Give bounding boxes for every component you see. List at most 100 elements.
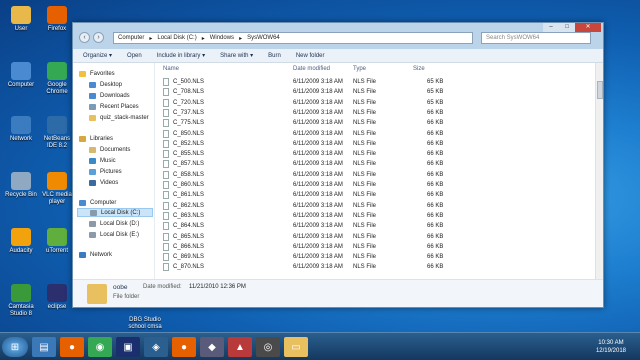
file-name: C_850.NLS bbox=[173, 130, 205, 137]
column-size[interactable]: Size bbox=[413, 66, 425, 72]
taskbar-obs-icon[interactable]: ◎ bbox=[256, 337, 280, 357]
file-row[interactable]: C_500.NLS 6/11/2009 3:18 AM NLS File 65 KB bbox=[157, 77, 597, 87]
desktop-computer-shortcut[interactable]: Computer bbox=[4, 62, 38, 89]
file-row[interactable]: C_860.NLS 6/11/2009 3:18 AM NLS File 66 KB bbox=[157, 180, 597, 190]
breadcrumb-windows[interactable]: Windows bbox=[210, 35, 234, 41]
address-bar[interactable]: Computer ▸ Local Disk (C:) ▸ Windows ▸ SysW… bbox=[113, 32, 473, 44]
file-date: 6/11/2009 3:18 AM bbox=[293, 233, 343, 240]
file-date: 6/11/2009 3:18 AM bbox=[293, 243, 343, 250]
back-button[interactable]: ‹ bbox=[79, 32, 90, 43]
open-button[interactable]: Open bbox=[127, 53, 142, 59]
search-input[interactable]: Search SysWOW64 bbox=[481, 32, 591, 44]
minimize-button[interactable]: – bbox=[543, 23, 559, 32]
file-row[interactable]: C_850.NLS 6/11/2009 3:18 AM NLS File 66 KB bbox=[157, 129, 597, 139]
desktop-vlc-shortcut[interactable]: VLC media player bbox=[40, 172, 74, 205]
file-row[interactable]: C_861.NLS 6/11/2009 3:18 AM NLS File 66 KB bbox=[157, 190, 597, 200]
desktop-chrome-shortcut[interactable]: Google Chrome bbox=[40, 62, 74, 95]
documents-icon bbox=[89, 146, 96, 153]
file-type: NLS File bbox=[353, 243, 377, 250]
share-with-button[interactable]: Share with ▾ bbox=[220, 52, 253, 59]
taskbar-explorer-icon[interactable]: ▤ bbox=[32, 337, 56, 357]
file-row[interactable]: C_775.NLS 6/11/2009 3:18 AM NLS File 66 KB bbox=[157, 118, 597, 128]
desktop-icon bbox=[89, 81, 96, 88]
desktop-camtasia-shortcut[interactable]: Camtasia Studio 8 bbox=[4, 284, 38, 317]
nav-music[interactable]: Music bbox=[89, 156, 116, 165]
nav-recent-places[interactable]: Recent Places bbox=[89, 102, 139, 111]
desktop-utorrent-shortcut[interactable]: uTorrent bbox=[40, 228, 74, 255]
file-name: C_500.NLS bbox=[173, 79, 205, 85]
file-row[interactable]: C_862.NLS 6/11/2009 3:18 AM NLS File 66 KB bbox=[157, 201, 597, 211]
nav-computer[interactable]: Computer bbox=[79, 198, 116, 207]
system-clock[interactable]: 10:30 AM 12/19/2018 bbox=[596, 339, 626, 355]
breadcrumb-computer[interactable]: Computer bbox=[118, 35, 144, 41]
desktop-icon-label: Audacity bbox=[9, 248, 33, 254]
nav-local-disk-d[interactable]: Local Disk (D:) bbox=[89, 219, 139, 228]
column-type[interactable]: Type bbox=[353, 66, 366, 72]
file-date: 6/11/2009 3:18 AM bbox=[293, 254, 343, 261]
column-date-modified[interactable]: Date modified bbox=[293, 66, 330, 72]
desktop-network-shortcut[interactable]: Network bbox=[4, 116, 38, 143]
desktop-recycle-bin-shortcut[interactable]: Recycle Bin bbox=[4, 172, 38, 199]
taskbar-app-icon[interactable]: ◈ bbox=[144, 337, 168, 357]
nav-desktop[interactable]: Desktop bbox=[89, 80, 122, 89]
file-row[interactable]: C_708.NLS 6/11/2009 3:18 AM NLS File 65 KB bbox=[157, 87, 597, 97]
file-type: NLS File bbox=[353, 140, 377, 147]
new-folder-button[interactable]: New folder bbox=[296, 53, 325, 59]
file-icon bbox=[163, 191, 169, 200]
nav-network[interactable]: Network bbox=[79, 250, 112, 259]
organize-button[interactable]: Organize ▾ bbox=[83, 52, 112, 59]
taskbar-firefox-icon[interactable]: ● bbox=[60, 337, 84, 357]
scrollbar-thumb[interactable] bbox=[597, 81, 603, 99]
taskbar-folder-icon[interactable]: ▭ bbox=[284, 337, 308, 357]
file-row[interactable]: C_866.NLS 6/11/2009 3:18 AM NLS File 66 KB bbox=[157, 242, 597, 252]
user-folder-icon bbox=[11, 6, 31, 24]
file-row[interactable]: C_852.NLS 6/11/2009 3:18 AM NLS File 66 KB bbox=[157, 139, 597, 149]
file-row[interactable]: C_857.NLS 6/11/2009 3:18 AM NLS File 66 KB bbox=[157, 159, 597, 169]
taskbar-firefox2-icon[interactable]: ● bbox=[172, 337, 196, 357]
nav-local-disk-e[interactable]: Local Disk (E:) bbox=[89, 230, 139, 239]
file-row[interactable]: C_870.NLS 6/11/2009 3:18 AM NLS File 66 KB bbox=[157, 262, 597, 272]
column-name[interactable]: Name bbox=[163, 66, 179, 72]
taskbar-photoshop-icon[interactable]: ▣ bbox=[116, 337, 140, 357]
desktop-eclipse-shortcut[interactable]: eclipse bbox=[40, 284, 74, 311]
desktop-firefox-shortcut[interactable]: Firefox bbox=[40, 6, 74, 33]
vertical-scrollbar[interactable] bbox=[595, 63, 603, 279]
file-size: 66 KB bbox=[427, 161, 444, 168]
file-size: 66 KB bbox=[427, 171, 444, 178]
desktop-netbeans-shortcut[interactable]: NetBeans IDE 8.2 bbox=[40, 116, 74, 149]
breadcrumb-syswow64[interactable]: SysWOW64 bbox=[247, 35, 280, 41]
desktop-audacity-shortcut[interactable]: Audacity bbox=[4, 228, 38, 255]
file-date: 6/11/2009 3:18 AM bbox=[293, 120, 343, 127]
file-row[interactable]: C_864.NLS 6/11/2009 3:18 AM NLS File 66 KB bbox=[157, 221, 597, 231]
file-size: 66 KB bbox=[427, 192, 444, 199]
file-row[interactable]: C_737.NLS 6/11/2009 3:18 AM NLS File 66 KB bbox=[157, 108, 597, 118]
nav-favorites[interactable]: Favorites bbox=[79, 69, 115, 78]
nav-videos[interactable]: Videos bbox=[89, 178, 118, 187]
file-row[interactable]: C_865.NLS 6/11/2009 3:18 AM NLS File 66 KB bbox=[157, 232, 597, 242]
file-row[interactable]: C_863.NLS 6/11/2009 3:18 AM NLS File 66 KB bbox=[157, 211, 597, 221]
nav-libraries[interactable]: Libraries bbox=[79, 134, 113, 143]
close-button[interactable]: ✕ bbox=[575, 23, 601, 32]
nav-documents[interactable]: Documents bbox=[89, 145, 130, 154]
taskbar-chrome-icon[interactable]: ◉ bbox=[88, 337, 112, 357]
file-row[interactable]: C_869.NLS 6/11/2009 3:18 AM NLS File 66 KB bbox=[157, 252, 597, 262]
maximize-button[interactable]: □ bbox=[559, 23, 575, 32]
taskbar-app2-icon[interactable]: ◆ bbox=[200, 337, 224, 357]
nav-local-disk-c[interactable]: Local Disk (C:) bbox=[77, 208, 153, 217]
file-row[interactable]: C_855.NLS 6/11/2009 3:18 AM NLS File 66 KB bbox=[157, 149, 597, 159]
burn-button[interactable]: Burn bbox=[268, 53, 281, 59]
start-button[interactable]: ⊞ bbox=[2, 337, 28, 357]
file-row[interactable]: C_720.NLS 6/11/2009 3:18 AM NLS File 65 KB bbox=[157, 98, 597, 108]
forward-button[interactable]: › bbox=[93, 32, 104, 43]
file-size: 66 KB bbox=[427, 254, 444, 261]
taskbar-app3-icon[interactable]: ▲ bbox=[228, 337, 252, 357]
breadcrumb-local-disk[interactable]: Local Disk (C:) bbox=[157, 35, 196, 41]
file-name: C_708.NLS bbox=[173, 89, 205, 96]
nav-pictures[interactable]: Pictures bbox=[89, 167, 122, 176]
nav-downloads[interactable]: Downloads bbox=[89, 91, 130, 100]
nav-quiz-stack-master[interactable]: quiz_stack-master bbox=[89, 113, 149, 122]
desktop-user-folder-shortcut[interactable]: User bbox=[4, 6, 38, 33]
include-in-library-button[interactable]: Include in library ▾ bbox=[157, 52, 205, 59]
details-name: oobe bbox=[113, 284, 128, 291]
file-row[interactable]: C_858.NLS 6/11/2009 3:18 AM NLS File 66 KB bbox=[157, 170, 597, 180]
